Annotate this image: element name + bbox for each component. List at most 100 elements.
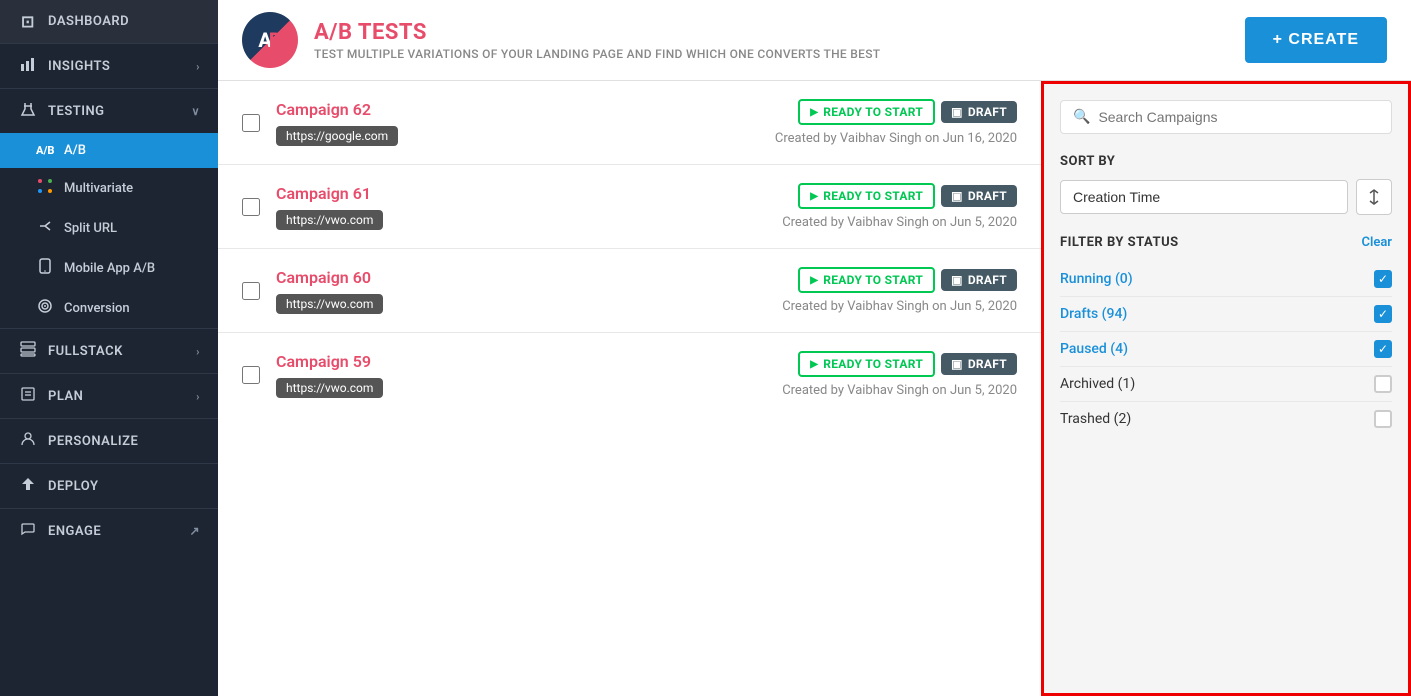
sidebar-item-engage[interactable]: ENGAGE ↗: [0, 509, 218, 553]
status-badge-ready: ▶ READY TO START: [798, 351, 935, 377]
play-icon: ▶: [810, 275, 818, 286]
status-badge-ready: ▶ READY TO START: [798, 267, 935, 293]
sidebar-item-insights[interactable]: INSIGHTS ›: [0, 44, 218, 88]
filter-item-label: Archived (1): [1060, 376, 1135, 392]
table-row: Campaign 59 https://vwo.com ▶ READY TO S…: [218, 333, 1041, 416]
table-row: Campaign 62 https://google.com ▶ READY T…: [218, 81, 1041, 165]
filter-checkbox[interactable]: ✓: [1374, 340, 1392, 358]
campaign-created: Created by Vaibhav Singh on Jun 5, 2020: [782, 383, 1017, 398]
campaign-created: Created by Vaibhav Singh on Jun 5, 2020: [782, 299, 1017, 314]
campaign-name[interactable]: Campaign 62: [276, 100, 759, 119]
testing-icon: [18, 101, 38, 121]
external-link-icon: ↗: [189, 524, 200, 538]
sidebar-item-label: PERSONALIZE: [48, 434, 138, 449]
sidebar-item-ab[interactable]: A/B A/B: [0, 133, 218, 168]
campaign-url: https://vwo.com: [276, 294, 383, 314]
header-left: AB A/B TESTS TEST MULTIPLE VARIATIONS OF…: [242, 12, 880, 68]
right-panel: 🔍 SORT BY Creation TimeNameLast Modified…: [1041, 81, 1411, 696]
sidebar-item-mobile-app-ab[interactable]: Mobile App A/B: [0, 248, 218, 288]
page-header: AB A/B TESTS TEST MULTIPLE VARIATIONS OF…: [218, 0, 1411, 81]
filter-checkbox[interactable]: [1374, 410, 1392, 428]
campaign-info: Campaign 59 https://vwo.com: [276, 352, 766, 398]
draft-icon: ▣: [951, 357, 963, 371]
sidebar-item-testing[interactable]: TESTING ∨: [0, 89, 218, 133]
draft-label: DRAFT: [968, 189, 1007, 203]
filter-label: FILTER BY STATUS: [1060, 235, 1179, 250]
sidebar-item-split-url[interactable]: Split URL: [0, 208, 218, 248]
campaign-name[interactable]: Campaign 61: [276, 184, 766, 203]
filter-item: Paused (4) ✓: [1060, 332, 1392, 367]
campaign-checkbox[interactable]: [242, 198, 260, 216]
campaign-name[interactable]: Campaign 60: [276, 268, 766, 287]
filter-item: Archived (1): [1060, 367, 1392, 402]
sidebar-item-dashboard[interactable]: ⊡ DASHBOARD: [0, 0, 218, 43]
campaign-meta: ▶ READY TO START ▣ DRAFT Created by Vaib…: [782, 351, 1017, 398]
sidebar-item-label: PLAN: [48, 389, 83, 404]
sidebar-sub-item-label: A/B: [64, 143, 86, 158]
campaign-checkbox[interactable]: [242, 282, 260, 300]
sidebar-item-label: FULLSTACK: [48, 344, 123, 359]
draft-icon: ▣: [951, 105, 963, 119]
filter-checkbox[interactable]: [1374, 375, 1392, 393]
draft-label: DRAFT: [968, 273, 1007, 287]
filter-item-label: Running (0): [1060, 271, 1133, 287]
draft-label: DRAFT: [968, 357, 1007, 371]
ab-logo: AB: [242, 12, 298, 68]
sidebar: ⊡ DASHBOARD INSIGHTS › TESTING ∨ A/B A/B…: [0, 0, 218, 696]
play-icon: ▶: [810, 191, 818, 202]
campaign-checkbox[interactable]: [242, 114, 260, 132]
play-icon: ▶: [810, 107, 818, 118]
campaign-info: Campaign 61 https://vwo.com: [276, 184, 766, 230]
status-badge-draft: ▣ DRAFT: [941, 101, 1017, 123]
sidebar-item-personalize[interactable]: PERSONALIZE: [0, 419, 218, 463]
sort-direction-button[interactable]: [1356, 179, 1392, 215]
campaign-meta: ▶ READY TO START ▣ DRAFT Created by Vaib…: [782, 267, 1017, 314]
sidebar-item-conversion[interactable]: Conversion: [0, 288, 218, 328]
sort-select[interactable]: Creation TimeNameLast Modified: [1060, 180, 1348, 214]
filter-checkbox[interactable]: ✓: [1374, 270, 1392, 288]
ready-label: READY TO START: [823, 189, 923, 203]
sort-section: SORT BY Creation TimeNameLast Modified: [1060, 154, 1392, 215]
filter-item: Running (0) ✓: [1060, 262, 1392, 297]
chevron-down-icon: ∨: [191, 105, 200, 118]
personalize-icon: [18, 431, 38, 451]
filter-checkbox[interactable]: ✓: [1374, 305, 1392, 323]
main-content: AB A/B TESTS TEST MULTIPLE VARIATIONS OF…: [218, 0, 1411, 696]
search-input[interactable]: [1098, 109, 1379, 125]
campaign-badges: ▶ READY TO START ▣ DRAFT: [798, 267, 1017, 293]
sidebar-item-label: ENGAGE: [48, 524, 101, 539]
status-badge-draft: ▣ DRAFT: [941, 185, 1017, 207]
search-box[interactable]: 🔍: [1060, 100, 1392, 134]
clear-filter-button[interactable]: Clear: [1361, 235, 1392, 250]
create-button[interactable]: + CREATE: [1245, 17, 1387, 63]
status-badge-ready: ▶ READY TO START: [798, 183, 935, 209]
header-text: A/B TESTS TEST MULTIPLE VARIATIONS OF YO…: [314, 20, 880, 61]
multivariate-icon: [36, 178, 54, 198]
campaign-checkbox[interactable]: [242, 366, 260, 384]
sidebar-item-fullstack[interactable]: FULLSTACK ›: [0, 329, 218, 373]
deploy-icon: [18, 476, 38, 496]
campaign-url: https://vwo.com: [276, 378, 383, 398]
page-title: A/B TESTS: [314, 20, 880, 45]
split-url-icon: [36, 218, 54, 238]
campaign-info: Campaign 60 https://vwo.com: [276, 268, 766, 314]
campaign-badges: ▶ READY TO START ▣ DRAFT: [798, 99, 1017, 125]
plan-icon: [18, 386, 38, 406]
sort-row: Creation TimeNameLast Modified: [1060, 179, 1392, 215]
campaign-created: Created by Vaibhav Singh on Jun 5, 2020: [782, 215, 1017, 230]
sidebar-item-deploy[interactable]: DEPLOY: [0, 464, 218, 508]
sidebar-item-multivariate[interactable]: Multivariate: [0, 168, 218, 208]
draft-icon: ▣: [951, 273, 963, 287]
search-icon: 🔍: [1073, 109, 1090, 125]
campaign-name[interactable]: Campaign 59: [276, 352, 766, 371]
dashboard-icon: ⊡: [18, 12, 38, 31]
sidebar-item-label: INSIGHTS: [48, 59, 110, 74]
fullstack-icon: [18, 341, 38, 361]
draft-icon: ▣: [951, 189, 963, 203]
chevron-right-icon: ›: [196, 345, 200, 358]
campaign-url: https://google.com: [276, 126, 398, 146]
engage-icon: [18, 521, 38, 541]
sidebar-item-plan[interactable]: PLAN ›: [0, 374, 218, 418]
play-icon: ▶: [810, 359, 818, 370]
sidebar-item-label: DASHBOARD: [48, 14, 129, 29]
